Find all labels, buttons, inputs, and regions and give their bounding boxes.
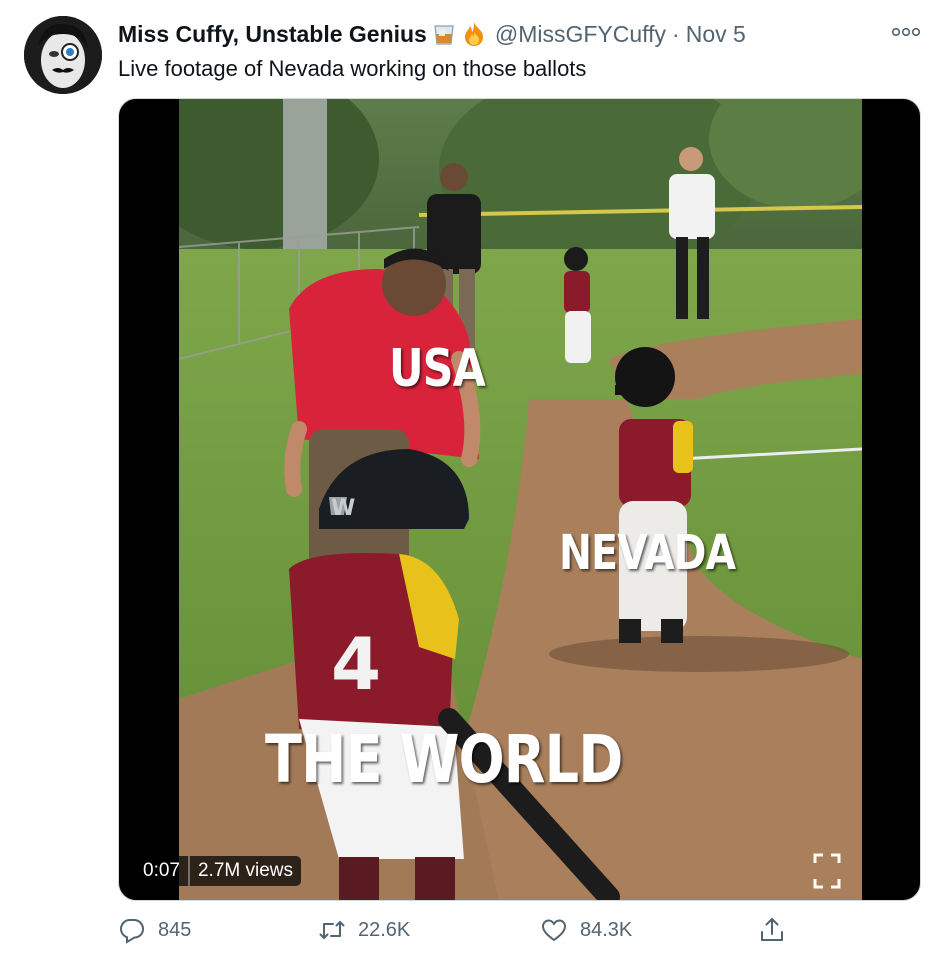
reply-icon bbox=[119, 919, 145, 944]
tweet-date[interactable]: Nov 5 bbox=[686, 21, 746, 48]
more-options-icon[interactable] bbox=[891, 22, 921, 42]
svg-text:W: W bbox=[331, 496, 355, 521]
video-duration: 0:07 bbox=[143, 860, 180, 881]
jersey-number: 4 bbox=[331, 622, 381, 706]
overlay-label-world: THE WORLD bbox=[265, 721, 623, 798]
retweet-button[interactable]: 22.6K bbox=[318, 916, 410, 944]
tumbler-glass-icon bbox=[431, 21, 457, 47]
overlay-label-nevada: NEVADA bbox=[559, 525, 736, 581]
reply-count: 845 bbox=[158, 918, 192, 941]
share-icon bbox=[761, 918, 783, 941]
avatar-image bbox=[24, 16, 102, 94]
retweet-count: 22.6K bbox=[358, 918, 411, 941]
reply-button[interactable]: 845 bbox=[118, 916, 191, 944]
video-info-badge: 0:07 2.7M views bbox=[133, 856, 302, 886]
author-name[interactable]: Miss Cuffy, Unstable Genius bbox=[118, 21, 427, 48]
share-button[interactable] bbox=[758, 916, 786, 944]
overlay-label-usa: USA bbox=[389, 339, 486, 399]
fire-icon bbox=[461, 21, 487, 47]
separator-dot: · bbox=[672, 20, 680, 47]
video-frame[interactable]: W 4 USA NEVADA THE WORLD bbox=[179, 99, 862, 900]
tweet-text: Live footage of Nevada working on those … bbox=[118, 56, 587, 81]
tweet-actions: 845 22.6K 84.3K bbox=[118, 916, 818, 956]
retweet-icon bbox=[319, 921, 345, 939]
like-icon bbox=[541, 919, 567, 942]
video-player[interactable]: W 4 USA NEVADA THE WORLD 0:07 2.7M views bbox=[118, 98, 921, 901]
fullscreen-icon[interactable] bbox=[812, 852, 842, 890]
like-button[interactable]: 84.3K bbox=[540, 916, 632, 944]
video-views: 2.7M views bbox=[197, 860, 294, 881]
tweet-header: Miss Cuffy, Unstable Genius @MissGFYCuff… bbox=[118, 20, 746, 48]
author-handle[interactable]: @MissGFYCuffy bbox=[495, 21, 666, 48]
avatar[interactable] bbox=[24, 16, 102, 94]
like-count: 84.3K bbox=[580, 918, 633, 941]
